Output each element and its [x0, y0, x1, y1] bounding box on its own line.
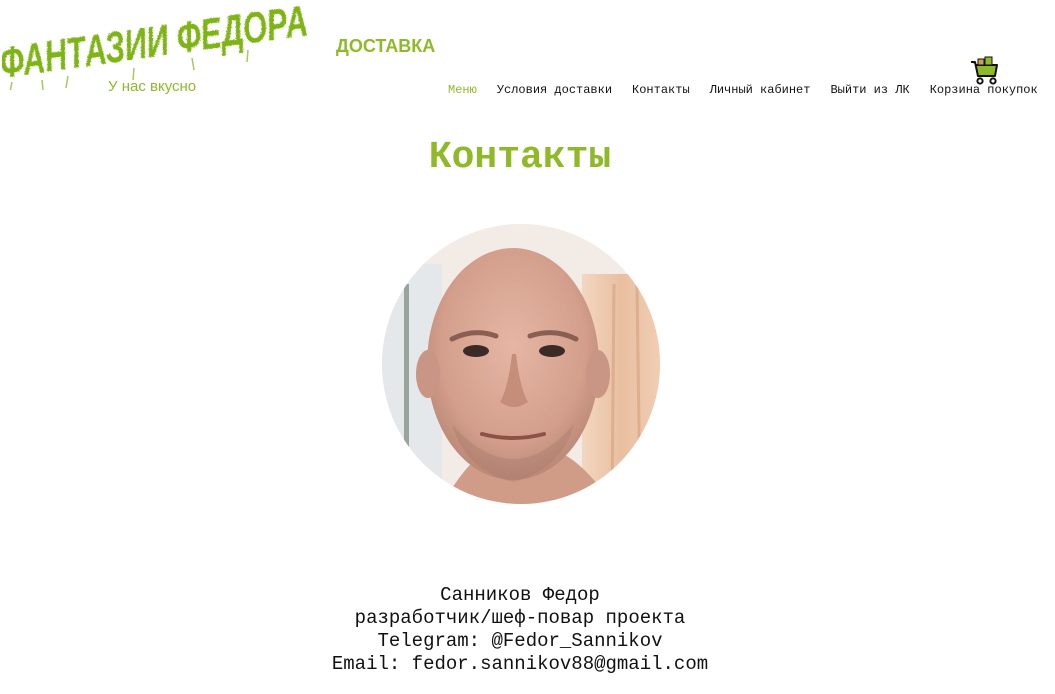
- contact-email[interactable]: Email: fedor.sannikov88@gmail.com: [0, 653, 1040, 676]
- nav-link-contacts[interactable]: Контакты: [632, 83, 690, 97]
- section-heading: ДОСТАВКА: [336, 36, 436, 56]
- main-nav: Меню Условия доставки Контакты Личный ка…: [448, 83, 1038, 97]
- shopping-cart-icon[interactable]: [968, 56, 1000, 86]
- svg-text:ФАНТАЗИИ ФЕДОРА: ФАНТАЗИИ ФЕДОРА: [2, 0, 311, 88]
- page-title: Контакты: [428, 136, 612, 179]
- nav-link-menu[interactable]: Меню: [448, 83, 477, 97]
- contact-telegram[interactable]: Telegram: @Fedor_Sannikov: [0, 630, 1040, 653]
- contact-avatar: [382, 224, 660, 504]
- contact-role: разработчик/шеф-повар проекта: [354, 607, 686, 629]
- nav-link-account[interactable]: Личный кабинет: [710, 83, 811, 97]
- contact-info: Санников Федор разработчик/шеф-повар про…: [0, 584, 1040, 676]
- nav-link-delivery-terms[interactable]: Условия доставки: [497, 83, 612, 97]
- nav-link-logout[interactable]: Выйти из ЛК: [830, 83, 909, 97]
- logo-tagline: У нас вкусно: [108, 78, 197, 95]
- nav-link-cart[interactable]: Корзина покупок: [930, 83, 1038, 97]
- site-logo[interactable]: ФАНТАЗИИ ФЕДОРА У нас вкусно: [2, 0, 322, 100]
- contact-name: Санников Федор: [440, 584, 600, 606]
- logo-title-graphic: ФАНТАЗИИ ФЕДОРА: [2, 0, 311, 90]
